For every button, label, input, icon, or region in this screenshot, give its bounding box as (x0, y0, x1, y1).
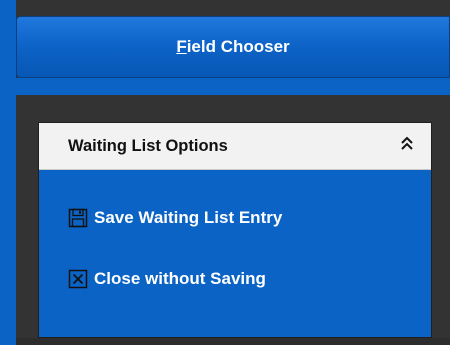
close-box-icon (68, 269, 88, 289)
field-chooser-label: ield Chooser (186, 37, 290, 56)
panel-header: Waiting List Options (39, 123, 431, 170)
panel-body: Save Waiting List Entry Close without Sa… (39, 170, 431, 291)
left-accent-strip (0, 0, 16, 345)
double-chevron-up-icon[interactable] (397, 134, 417, 154)
bottom-edge (16, 338, 450, 345)
close-without-saving-button[interactable]: Close without Saving (68, 267, 431, 291)
header-band (16, 78, 450, 95)
save-waiting-list-entry-label: Save Waiting List Entry (94, 208, 283, 227)
save-waiting-list-entry-button[interactable]: Save Waiting List Entry (68, 206, 431, 230)
waiting-list-options-panel: Waiting List Options Save Waiting List E… (38, 122, 432, 338)
panel-title: Waiting List Options (68, 136, 228, 155)
close-without-saving-label: Close without Saving (94, 269, 266, 288)
field-chooser-accelerator: F (176, 37, 187, 56)
save-floppy-icon (68, 208, 88, 228)
field-chooser-button[interactable]: Field Chooser (16, 16, 450, 78)
